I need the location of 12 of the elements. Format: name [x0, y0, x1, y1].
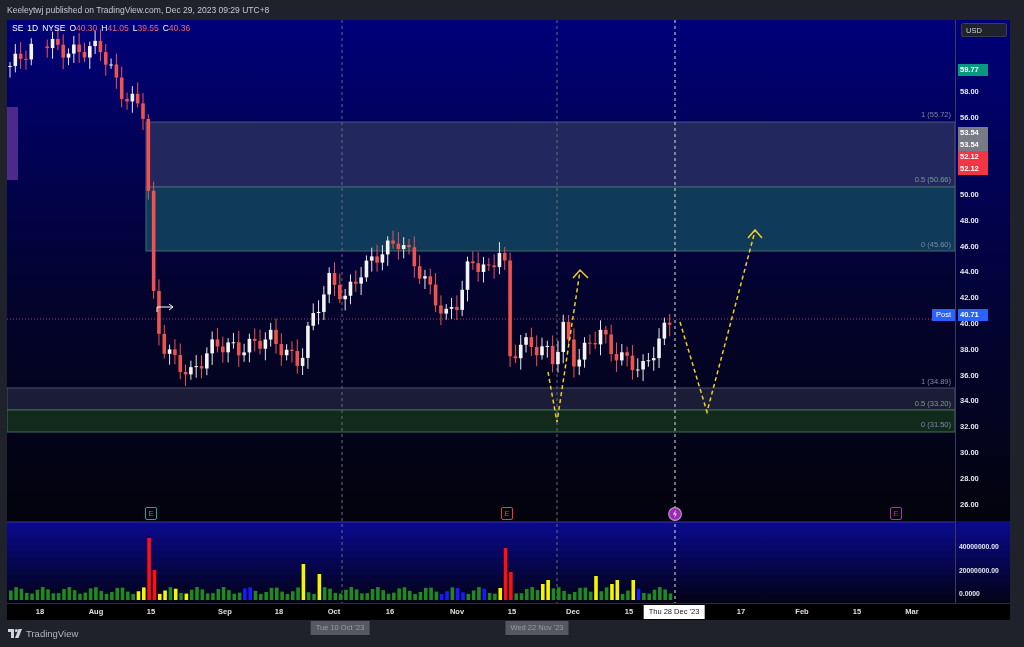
tradingview-logo-icon — [8, 629, 22, 638]
brand-label: TradingView — [26, 628, 79, 639]
ohlc-reading: L39.55 — [132, 23, 159, 33]
ohlc-reading: H41.05 — [101, 23, 129, 33]
publish-info: Keeleytwj published on TradingView.com, Dec 29, 2023 09:29 UTC+8 — [7, 5, 270, 15]
exchange-label: NYSE — [42, 23, 66, 33]
arrow-icon — [156, 303, 174, 313]
lightning-icon[interactable] — [668, 507, 682, 521]
ohlc-reading: O40.30 — [69, 23, 98, 33]
ohlc-reading: C40.36 — [162, 23, 191, 33]
interval-label: 1D — [27, 23, 39, 33]
symbol-label: SE — [12, 23, 24, 33]
